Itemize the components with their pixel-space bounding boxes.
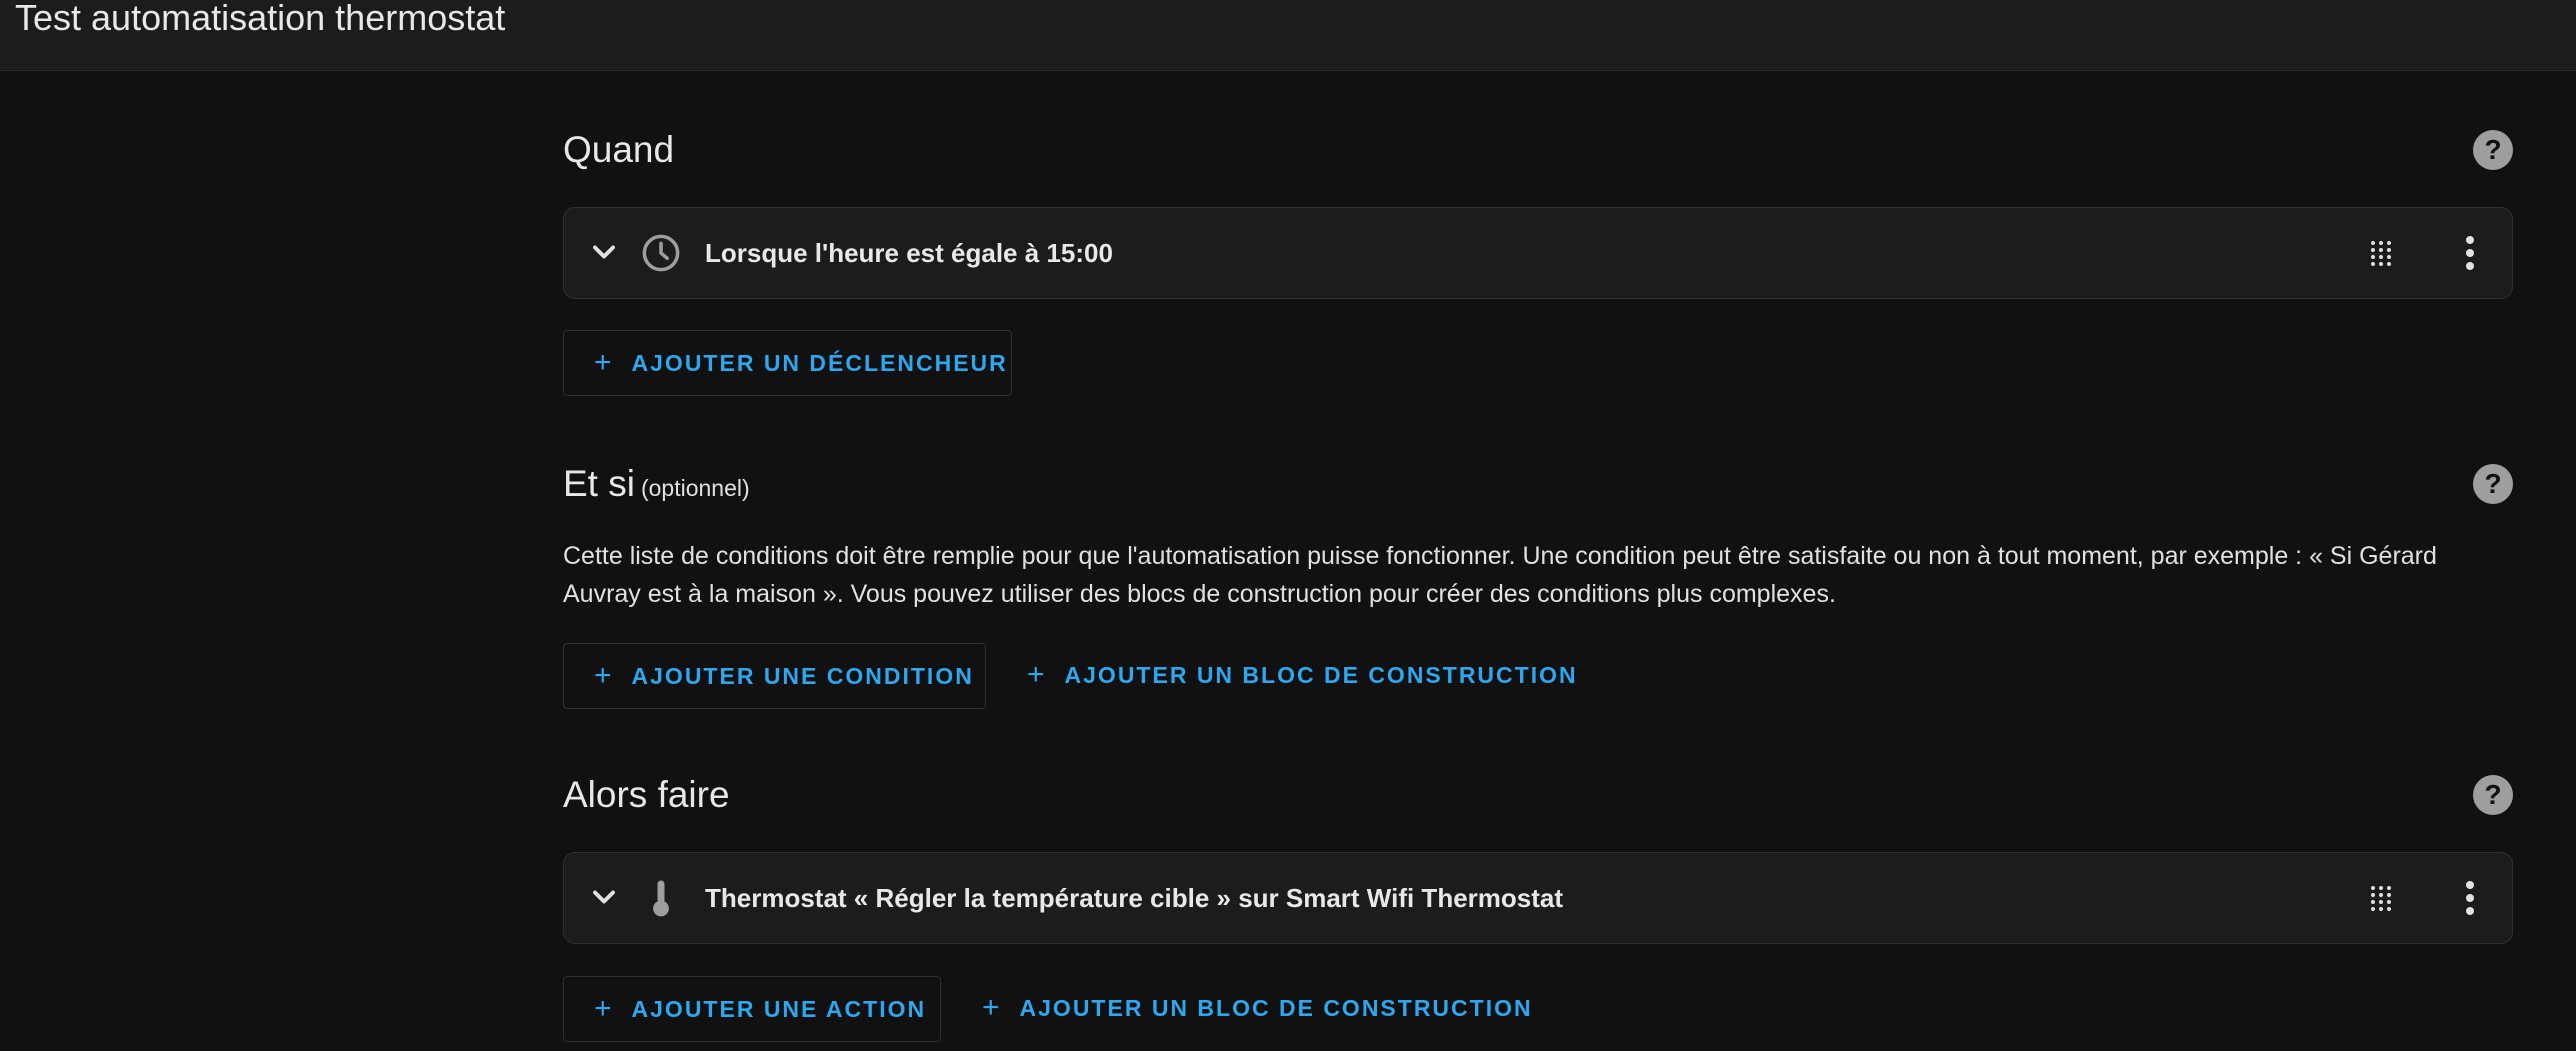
add-condition-label: AJOUTER UNE CONDITION — [631, 663, 974, 689]
add-action-block-button[interactable]: + AJOUTER UN BLOC DE CONSTRUCTION — [952, 976, 1531, 1042]
thermometer-icon — [653, 880, 669, 917]
drag-handle-icon[interactable] — [2368, 240, 2394, 266]
clock-icon — [642, 234, 680, 272]
and-if-title-text: Et si — [563, 463, 635, 504]
chevron-down-icon[interactable] — [586, 234, 622, 270]
add-condition-button[interactable]: + AJOUTER UNE CONDITION — [563, 643, 986, 709]
add-action-label: AJOUTER UNE ACTION — [631, 996, 927, 1022]
add-condition-block-button[interactable]: + AJOUTER UN BLOC DE CONSTRUCTION — [997, 643, 1576, 709]
drag-handle-icon[interactable] — [2368, 885, 2394, 911]
help-circle-icon[interactable]: ? — [2473, 130, 2513, 170]
chevron-down-icon[interactable] — [586, 879, 622, 915]
conditions-description: Cette liste de conditions doit être remp… — [563, 542, 2437, 608]
action-label: Thermostat « Régler la température cible… — [705, 883, 1564, 913]
add-condition-block-label: AJOUTER UN BLOC DE CONSTRUCTION — [1064, 662, 1578, 688]
optional-label: (optionnel) — [640, 475, 750, 501]
plus-icon: + — [594, 659, 614, 692]
then-do-section-header: Alors faire ? — [563, 770, 2513, 820]
plus-icon: + — [982, 991, 1002, 1024]
help-circle-icon[interactable]: ? — [2473, 464, 2513, 504]
plus-icon: + — [1027, 658, 1047, 691]
plus-icon: + — [594, 346, 614, 379]
action-card[interactable]: Thermostat « Régler la température cible… — [563, 852, 2513, 944]
when-section-header: Quand ? — [563, 125, 2513, 175]
then-do-section-title: Alors faire — [563, 774, 730, 815]
add-trigger-label: AJOUTER UN DÉCLENCHEUR — [631, 350, 1008, 376]
more-vert-icon[interactable] — [2464, 880, 2476, 916]
add-trigger-button[interactable]: + AJOUTER UN DÉCLENCHEUR — [563, 330, 1012, 396]
help-circle-icon[interactable]: ? — [2473, 775, 2513, 815]
top-app-bar: Test automatisation thermostat — [0, 0, 2576, 71]
add-action-block-label: AJOUTER UN BLOC DE CONSTRUCTION — [1019, 995, 1533, 1021]
plus-icon: + — [594, 992, 614, 1025]
and-if-section-title: Et si (optionnel) — [563, 459, 750, 513]
more-vert-icon[interactable] — [2464, 235, 2476, 271]
and-if-section-header: Et si (optionnel) ? — [563, 459, 2513, 509]
when-section-title: Quand — [563, 129, 675, 170]
trigger-label: Lorsque l'heure est égale à 15:00 — [705, 238, 1113, 268]
add-action-button[interactable]: + AJOUTER UNE ACTION — [563, 976, 941, 1042]
trigger-card[interactable]: Lorsque l'heure est égale à 15:00 — [563, 207, 2513, 299]
page-title: Test automatisation thermostat — [15, 0, 506, 38]
